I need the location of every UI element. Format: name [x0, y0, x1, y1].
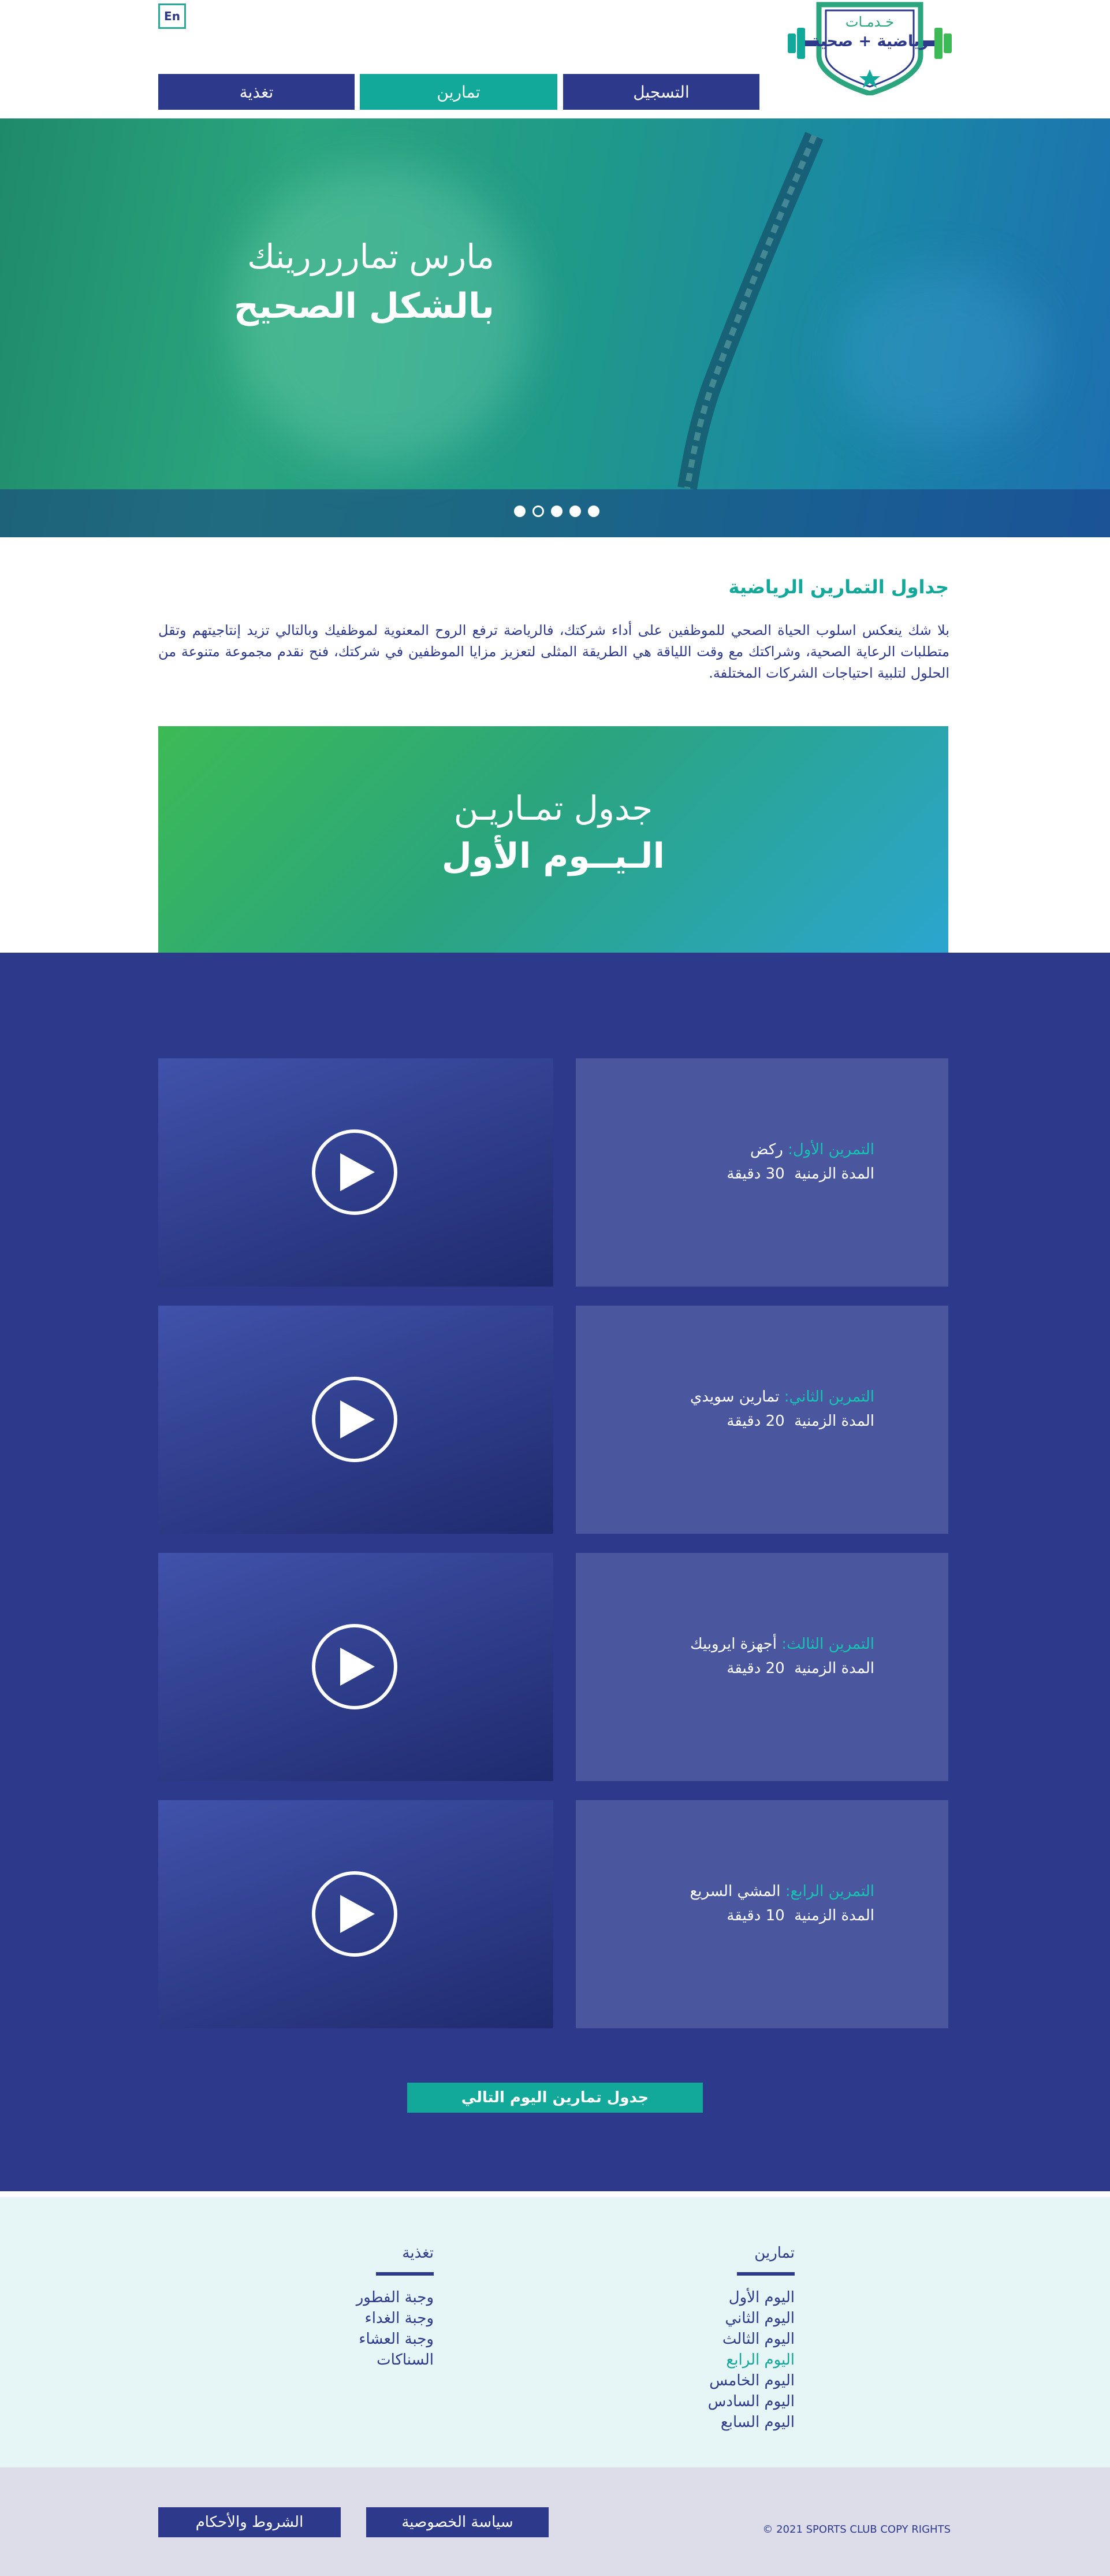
duration-label: المدة الزمنية: [794, 1165, 874, 1183]
site-logo[interactable]: خـدمـات رياضية + صحية: [784, 0, 955, 96]
footer-link-day[interactable]: اليوم الثاني: [679, 2308, 795, 2329]
banner-title-line1: جدول تمـاريـن: [453, 789, 653, 828]
slider-dot[interactable]: [551, 505, 563, 517]
footer-column-divider: [737, 2272, 795, 2276]
footer-column-divider: [376, 2272, 434, 2276]
exercise-card: التمرين الرابع: المشي السريع المدة الزمن…: [576, 1800, 948, 2028]
exercise-duration: المدة الزمنية 20 دقيقة: [727, 1412, 874, 1430]
footer-links: تمارين اليوم الأول اليوم الثاني اليوم ال…: [0, 2197, 1110, 2467]
footer-column-title: تمارين: [754, 2244, 795, 2262]
exercise-video-thumbnail[interactable]: [158, 1306, 553, 1534]
play-icon[interactable]: [312, 1871, 397, 1957]
footer-link-day[interactable]: اليوم السادس: [679, 2391, 795, 2412]
exercise-video-thumbnail[interactable]: [158, 1800, 553, 2028]
slider-bar: [0, 489, 1110, 537]
hero-slider: مارس تماررررينك بالشكل الصحيح: [0, 118, 1110, 537]
day-banner: جدول تمـاريـن الـيــوم الأول: [158, 726, 948, 953]
duration-value: 20 دقيقة: [727, 1412, 785, 1430]
duration-value: 30 دقيقة: [727, 1165, 785, 1183]
intro-paragraph: بلا شك ينعكس اسلوب الحياة الصحي للموظفين…: [158, 622, 949, 681]
logo-text-line2: رياضية + صحية: [811, 32, 929, 50]
exercise-name: أجهزة ايروبيك: [690, 1635, 777, 1653]
footer-column-title: تغذية: [402, 2244, 434, 2262]
duration-value: 10 دقيقة: [727, 1907, 785, 1924]
language-toggle-button[interactable]: En: [158, 3, 186, 29]
slider-dot[interactable]: [514, 505, 526, 517]
site-header: En خـدمـات رياضية + صحية التسجيل تمارين …: [0, 0, 1110, 118]
duration-label: المدة الزمنية: [794, 1412, 874, 1430]
exercise-title: التمرين الأول: ركض: [750, 1141, 874, 1158]
exercise-name: ركض: [750, 1141, 783, 1158]
exercise-title: التمرين الثالث: أجهزة ايروبيك: [690, 1635, 874, 1653]
exercise-duration: المدة الزمنية 10 دقيقة: [727, 1907, 874, 1924]
footer-column-nutrition: تغذية وجبة الفطور وجبة الغداء وجبة العشا…: [318, 2244, 434, 2370]
footer-link-day-active[interactable]: اليوم الرابع: [679, 2350, 795, 2370]
section-title: جداول التمارين الرياضية: [728, 576, 949, 598]
footer-link-day[interactable]: اليوم الثالث: [679, 2329, 795, 2350]
exercise-card: التمرين الثاني: تمارين سويدي المدة الزمن…: [576, 1306, 948, 1534]
hero-title-line2: بالشكل الصحيح: [233, 286, 494, 326]
privacy-policy-button[interactable]: سياسة الخصوصية: [366, 2507, 549, 2537]
play-icon[interactable]: [312, 1129, 397, 1215]
nav-register[interactable]: التسجيل: [563, 74, 759, 110]
exercise-label: التمرين الثالث:: [781, 1635, 874, 1653]
logo-text-line1: خـدمـات: [845, 14, 895, 30]
next-day-schedule-button[interactable]: جدول تمارين اليوم التالي: [407, 2083, 703, 2113]
nav-nutrition[interactable]: تغذية: [158, 74, 355, 110]
footer-link-meal[interactable]: السناكات: [318, 2350, 434, 2370]
footer-link-meal[interactable]: وجبة الفطور: [318, 2287, 434, 2308]
duration-value: 20 دقيقة: [727, 1660, 785, 1677]
exercise-title: التمرين الثاني: تمارين سويدي: [690, 1388, 874, 1406]
exercise-label: التمرين الثاني:: [784, 1388, 874, 1406]
banner-title-line2: الـيــوم الأول: [441, 836, 665, 876]
exercise-title: التمرين الرابع: المشي السريع: [690, 1883, 874, 1900]
slider-dots: [514, 505, 599, 517]
play-icon[interactable]: [312, 1377, 397, 1462]
footer-link-meal[interactable]: وجبة الغداء: [318, 2308, 434, 2329]
copyright-text: © 2021 SPORTS CLUB COPY RIGHTS: [762, 2523, 951, 2536]
slider-dot[interactable]: [569, 505, 581, 517]
exercise-video-thumbnail[interactable]: [158, 1058, 553, 1287]
slider-dot[interactable]: [588, 505, 599, 517]
play-icon[interactable]: [312, 1624, 397, 1709]
footer-column-training: تمارين اليوم الأول اليوم الثاني اليوم ال…: [679, 2244, 795, 2433]
exercise-card: التمرين الأول: ركض المدة الزمنية 30 دقيق…: [576, 1058, 948, 1287]
footer-link-day[interactable]: اليوم الخامس: [679, 2370, 795, 2391]
exercise-label: التمرين الرابع:: [785, 1883, 874, 1900]
exercise-card: التمرين الثالث: أجهزة ايروبيك المدة الزم…: [576, 1553, 948, 1781]
footer-link-day[interactable]: اليوم السابع: [679, 2412, 795, 2433]
exercise-name: المشي السريع: [690, 1883, 781, 1900]
terms-button[interactable]: الشروط والأحكام: [158, 2507, 341, 2537]
slider-dot-active[interactable]: [532, 505, 544, 517]
duration-label: المدة الزمنية: [794, 1907, 874, 1924]
bottom-footer: الشروط والأحكام سياسة الخصوصية © 2021 SP…: [0, 2467, 1110, 2576]
footer-link-day[interactable]: اليوم الأول: [679, 2287, 795, 2308]
nav-training[interactable]: تمارين: [360, 74, 557, 110]
exercise-label: التمرين الأول:: [788, 1141, 874, 1158]
hero-highlight-right: [837, 269, 1045, 442]
duration-label: المدة الزمنية: [794, 1660, 874, 1677]
exercise-duration: المدة الزمنية 30 دقيقة: [727, 1165, 874, 1183]
exercise-duration: المدة الزمنية 20 دقيقة: [727, 1660, 874, 1677]
hero-title-line1: مارس تماررررينك: [247, 237, 494, 276]
footer-link-meal[interactable]: وجبة العشاء: [318, 2329, 434, 2350]
exercise-name: تمارين سويدي: [690, 1388, 780, 1406]
exercises-section: التمرين الأول: ركض المدة الزمنية 30 دقيق…: [0, 953, 1110, 2191]
hero-rope-graphic: [677, 132, 824, 490]
exercise-video-thumbnail[interactable]: [158, 1553, 553, 1781]
